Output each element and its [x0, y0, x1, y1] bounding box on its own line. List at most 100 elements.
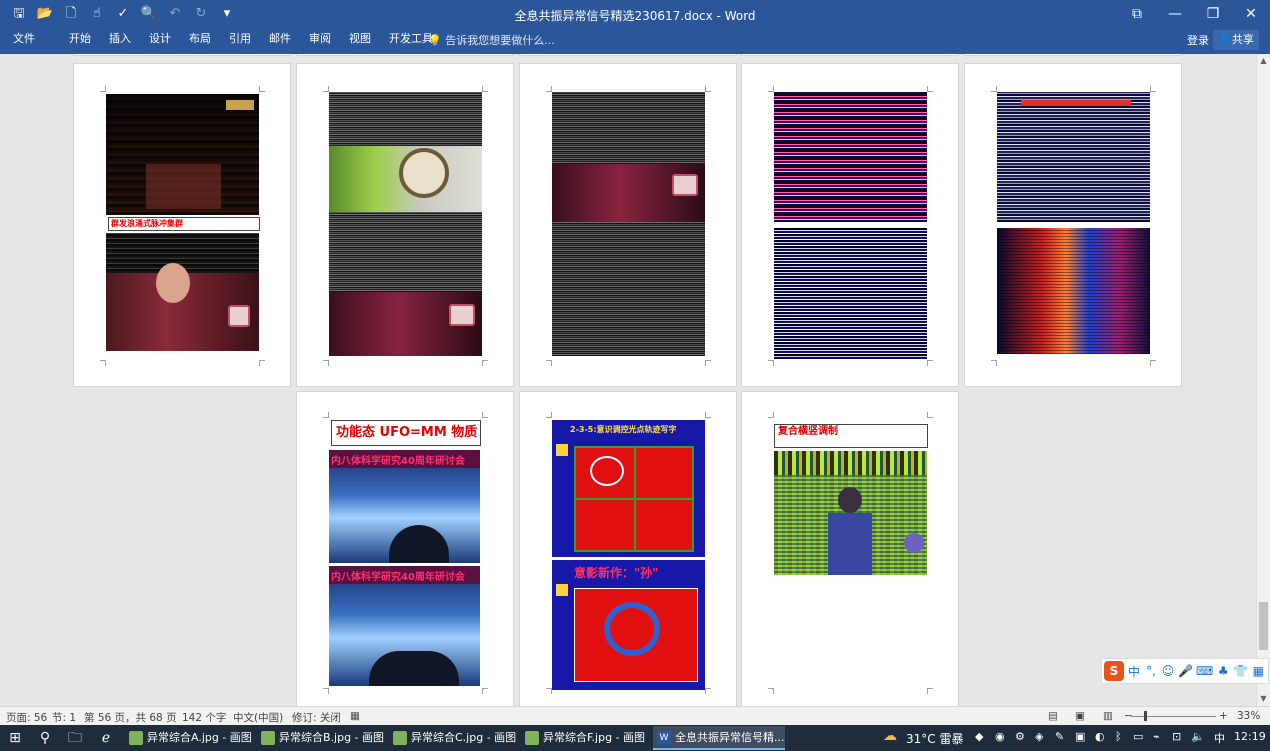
tray-icon[interactable]: ◈	[1035, 730, 1043, 743]
read-mode-icon[interactable]: ▤	[1048, 710, 1058, 722]
edge-browser-icon[interactable]: ℯ	[93, 727, 119, 749]
tab-references[interactable]: 引用	[220, 28, 260, 50]
corner-mark	[100, 360, 106, 366]
login-button[interactable]: 登录	[1187, 32, 1209, 48]
tray-icon[interactable]: ⚙	[1015, 730, 1025, 743]
spelling-icon[interactable]: ✓	[114, 5, 132, 23]
weather-icon[interactable]: ☁	[883, 728, 897, 744]
language-indicator[interactable]: 中文(中国)	[233, 710, 283, 725]
tab-home[interactable]: 开始	[60, 28, 100, 50]
taskbar-item-word[interactable]: W 全息共振异常信号精...	[653, 726, 785, 750]
touch-mode-icon[interactable]: ☝	[88, 5, 106, 23]
web-layout-icon[interactable]: ▥	[1103, 710, 1113, 722]
punctuation-icon[interactable]: °,	[1144, 664, 1158, 678]
customize-qat-icon[interactable]: ▾	[218, 5, 236, 23]
clock[interactable]: 12:19	[1234, 730, 1266, 743]
ime-toolbar: S 中 °, ☺ 🎤 ⌨ ♣ 👕 ▦	[1101, 658, 1269, 684]
taskbar-item-paint-a[interactable]: 异常综合A.jpg - 画图	[125, 726, 253, 750]
tray-icon[interactable]: ▣	[1075, 730, 1085, 743]
tab-file[interactable]: 文件	[0, 28, 60, 50]
page-indicator[interactable]: 页面: 56	[6, 710, 47, 725]
tab-layout[interactable]: 布局	[180, 28, 220, 50]
corner-mark	[768, 360, 774, 366]
close-icon[interactable]: ✕	[1232, 0, 1270, 28]
track-changes-status[interactable]: 修订: 关闭	[292, 710, 341, 725]
tab-design[interactable]: 设计	[140, 28, 180, 50]
photo-image: 内八体科学研究40周年研讨会	[329, 450, 480, 563]
minimize-icon[interactable]: —	[1156, 0, 1194, 28]
restore-icon[interactable]: ❐	[1194, 0, 1232, 28]
document-area[interactable]: 群发浪涌式脉冲集群 功能态 UFO=MM 物质 内八体科学研究40周年研讨会 内…	[0, 54, 1256, 706]
volume-icon[interactable]: 🔈	[1191, 730, 1205, 743]
zoom-level[interactable]: 33%	[1237, 710, 1260, 722]
windows-start-icon[interactable]: ⊞	[2, 727, 28, 749]
undo-icon[interactable]: ↶	[166, 5, 184, 23]
word-count[interactable]: 142 个字	[182, 710, 226, 725]
bluetooth-icon[interactable]: ᛒ	[1115, 730, 1122, 743]
share-button[interactable]: 👤共享	[1213, 30, 1259, 50]
microphone-icon[interactable]: 🎤	[1178, 664, 1193, 678]
redo-icon[interactable]: ↻	[192, 5, 210, 23]
zoom-in-icon[interactable]: +	[1219, 710, 1228, 722]
vertical-scrollbar[interactable]: ▲ ▼	[1256, 54, 1270, 706]
section-indicator[interactable]: 节: 1	[52, 710, 76, 725]
page-thumbnail[interactable]: 群发浪涌式脉冲集群	[73, 63, 291, 387]
display-icon[interactable]: ▭	[1133, 730, 1143, 743]
nvidia-tray-icon[interactable]: ◆	[975, 730, 983, 743]
usb-icon[interactable]: ⌁	[1153, 730, 1160, 743]
paint-app-icon	[129, 731, 143, 745]
tray-icon[interactable]: ✎	[1055, 730, 1064, 743]
page-prev-1[interactable]	[73, 54, 291, 56]
taskbar-item-paint-c[interactable]: 异常综合C.jpg - 画图	[389, 726, 517, 750]
tray-icon[interactable]: ◐	[1095, 730, 1105, 743]
tell-me-search[interactable]: 💡 告诉我您想要做什么...	[428, 32, 555, 48]
page-prev-2[interactable]	[296, 54, 514, 56]
search-icon[interactable]: ⚲	[32, 727, 58, 749]
keyboard-icon[interactable]: ⌨	[1196, 664, 1213, 678]
corner-mark	[323, 688, 329, 694]
new-doc-icon[interactable]: 🗋	[62, 5, 80, 23]
photo-image: 内八体科学研究40周年研讨会	[329, 566, 480, 686]
scroll-thumb[interactable]	[1259, 602, 1268, 650]
save-icon[interactable]: 🖫	[10, 5, 28, 23]
page-thumbnail[interactable]	[296, 63, 514, 387]
scroll-up-icon[interactable]: ▲	[1257, 54, 1270, 67]
page-prev-3[interactable]	[519, 54, 737, 56]
file-explorer-icon[interactable]: 🗀	[62, 727, 88, 749]
corner-mark	[991, 360, 997, 366]
macro-icon[interactable]: ▦	[350, 710, 360, 722]
tab-mailings[interactable]: 邮件	[260, 28, 300, 50]
page-prev-4[interactable]	[741, 54, 959, 56]
open-icon[interactable]: 📂	[36, 5, 54, 23]
page-thumbnail[interactable]: 功能态 UFO=MM 物质 内八体科学研究40周年研讨会 内八体科学研究40周年…	[296, 391, 514, 706]
tab-view[interactable]: 视图	[340, 28, 380, 50]
page-thumbnail[interactable]: 复合横竖调制	[741, 391, 959, 706]
tab-review[interactable]: 审阅	[300, 28, 340, 50]
ime-language-toggle[interactable]: 中	[1127, 663, 1141, 680]
app-tray-icon[interactable]: ◉	[995, 730, 1005, 743]
weather-text[interactable]: 31°C 雷暴	[906, 730, 963, 747]
page-prev-5[interactable]	[964, 54, 1182, 56]
taskbar-item-paint-f[interactable]: 异常综合F.jpg - 画图	[521, 726, 649, 750]
sogou-logo-icon[interactable]: S	[1104, 661, 1124, 681]
grid-menu-icon[interactable]: ▦	[1251, 664, 1265, 678]
page-thumbnail[interactable]	[741, 63, 959, 387]
page-thumbnail[interactable]	[519, 63, 737, 387]
ime-indicator[interactable]: 中	[1214, 730, 1225, 746]
page-count[interactable]: 第 56 页，共 68 页	[84, 710, 177, 725]
scroll-down-icon[interactable]: ▼	[1257, 692, 1270, 705]
tools-icon[interactable]: ♣	[1216, 664, 1230, 678]
skin-icon[interactable]: 👕	[1233, 664, 1248, 678]
print-preview-icon[interactable]: 🔍	[140, 5, 158, 23]
paint-app-icon	[525, 731, 539, 745]
ribbon-display-icon[interactable]: ⧉	[1118, 0, 1156, 28]
emoji-icon[interactable]: ☺	[1161, 664, 1175, 678]
page-thumbnail[interactable]: 2-3-5:意识调控光点轨迹写字 意影新作："孙"	[519, 391, 737, 706]
corner-mark	[705, 412, 711, 418]
network-icon[interactable]: ⊡	[1172, 730, 1181, 743]
taskbar-item-paint-b[interactable]: 异常综合B.jpg - 画图	[257, 726, 385, 750]
page-thumbnail[interactable]	[964, 63, 1182, 387]
tab-insert[interactable]: 插入	[100, 28, 140, 50]
zoom-thumb[interactable]	[1144, 711, 1147, 721]
print-layout-icon[interactable]: ▣	[1075, 710, 1085, 722]
